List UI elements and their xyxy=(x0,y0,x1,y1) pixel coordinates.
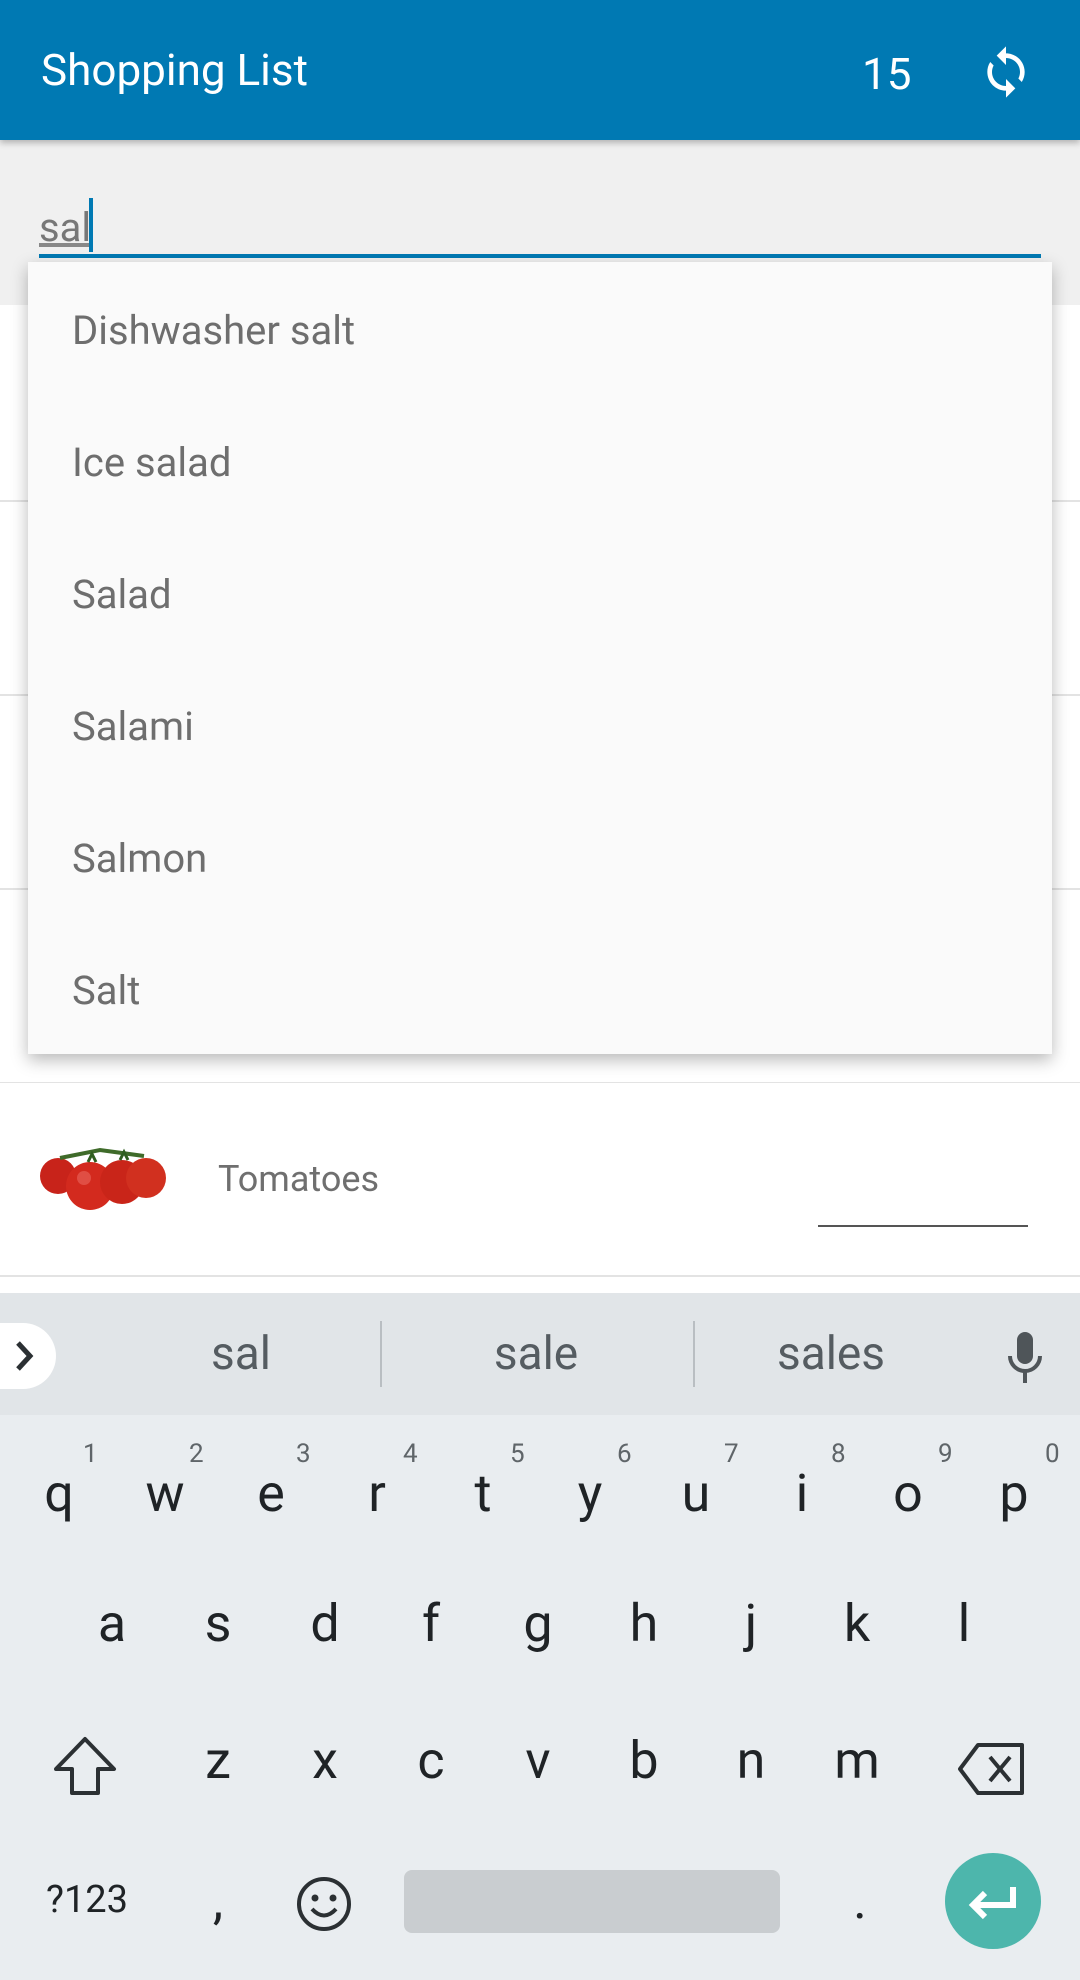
suggestion-item[interactable]: Ice salad xyxy=(72,439,231,486)
key-j[interactable]: j xyxy=(711,1593,791,1654)
word-suggestion[interactable]: sales xyxy=(681,1327,981,1381)
suggestion-strip: sal sale sales xyxy=(0,1293,1080,1415)
item-input[interactable]: sal xyxy=(39,204,91,251)
list-item-label: Tomatoes xyxy=(218,1158,380,1200)
key-o[interactable]: o xyxy=(868,1463,948,1524)
key-number-hint: 7 xyxy=(724,1439,739,1469)
key-t[interactable]: t xyxy=(443,1463,523,1524)
list-divider xyxy=(0,1275,1080,1277)
key-u[interactable]: u xyxy=(656,1463,736,1524)
enter-icon xyxy=(968,1887,1016,1920)
microphone-icon[interactable] xyxy=(1005,1330,1045,1386)
key-number-hint: 8 xyxy=(831,1439,846,1469)
key-r[interactable]: r xyxy=(337,1463,417,1524)
key-d[interactable]: d xyxy=(285,1593,365,1654)
period-key[interactable]: . xyxy=(820,1870,900,1931)
key-z[interactable]: z xyxy=(178,1730,258,1791)
key-f[interactable]: f xyxy=(391,1593,471,1654)
word-suggestion[interactable]: sal xyxy=(91,1327,391,1381)
suggestion-item[interactable]: Dishwasher salt xyxy=(72,307,355,354)
text-cursor xyxy=(89,198,93,252)
symbols-key[interactable]: ?123 xyxy=(32,1878,142,1922)
key-q[interactable]: q xyxy=(19,1463,99,1524)
key-number-hint: 2 xyxy=(189,1439,204,1469)
expand-suggestions-button[interactable] xyxy=(0,1323,56,1389)
suggestion-item[interactable]: Salad xyxy=(72,571,172,618)
sync-icon[interactable] xyxy=(978,44,1034,100)
key-m[interactable]: m xyxy=(817,1730,897,1791)
suggestion-item[interactable]: Salt xyxy=(72,967,140,1014)
emoji-icon[interactable] xyxy=(296,1876,352,1932)
key-number-hint: 3 xyxy=(296,1439,311,1469)
page-title: Shopping List xyxy=(41,44,308,96)
key-number-hint: 5 xyxy=(510,1439,525,1469)
key-number-hint: 6 xyxy=(617,1439,632,1469)
key-number-hint: 0 xyxy=(1045,1439,1060,1469)
suggestion-item[interactable]: Salmon xyxy=(72,835,207,882)
comma-key[interactable]: , xyxy=(178,1870,258,1931)
key-p[interactable]: p xyxy=(974,1463,1054,1524)
key-e[interactable]: e xyxy=(231,1463,311,1524)
space-bar[interactable] xyxy=(404,1870,780,1933)
key-number-hint: 9 xyxy=(938,1439,953,1469)
key-w[interactable]: w xyxy=(125,1463,205,1524)
key-i[interactable]: i xyxy=(762,1463,842,1524)
backspace-icon[interactable] xyxy=(956,1741,1028,1797)
key-k[interactable]: k xyxy=(817,1593,897,1654)
key-number-hint: 4 xyxy=(403,1439,418,1469)
chevron-right-icon xyxy=(16,1341,34,1371)
item-count[interactable]: 15 xyxy=(862,48,911,100)
key-a[interactable]: a xyxy=(72,1593,152,1654)
key-y[interactable]: y xyxy=(550,1463,630,1524)
keyboard: sal sale sales q w e r t y u i o p 1 2 3… xyxy=(0,1293,1080,1980)
enter-button[interactable] xyxy=(945,1853,1041,1949)
key-v[interactable]: v xyxy=(498,1730,578,1791)
tomatoes-icon xyxy=(40,1147,166,1210)
key-g[interactable]: g xyxy=(498,1593,578,1654)
key-x[interactable]: x xyxy=(285,1730,365,1791)
word-suggestion[interactable]: sale xyxy=(386,1327,686,1381)
key-l[interactable]: l xyxy=(924,1593,1004,1654)
key-c[interactable]: c xyxy=(391,1730,471,1791)
app-bar: Shopping List 15 xyxy=(0,0,1080,140)
quantity-field[interactable] xyxy=(818,1225,1028,1227)
shift-icon[interactable] xyxy=(52,1735,118,1797)
key-s[interactable]: s xyxy=(178,1593,258,1654)
key-h[interactable]: h xyxy=(604,1593,684,1654)
key-n[interactable]: n xyxy=(711,1730,791,1791)
input-underline xyxy=(39,254,1041,258)
autocomplete-dropdown: Dishwasher salt Ice salad Salad Salami S… xyxy=(28,262,1052,1054)
suggestion-item[interactable]: Salami xyxy=(72,703,194,750)
key-b[interactable]: b xyxy=(604,1730,684,1791)
key-number-hint: 1 xyxy=(83,1439,98,1469)
suggestion-divider xyxy=(380,1321,382,1387)
